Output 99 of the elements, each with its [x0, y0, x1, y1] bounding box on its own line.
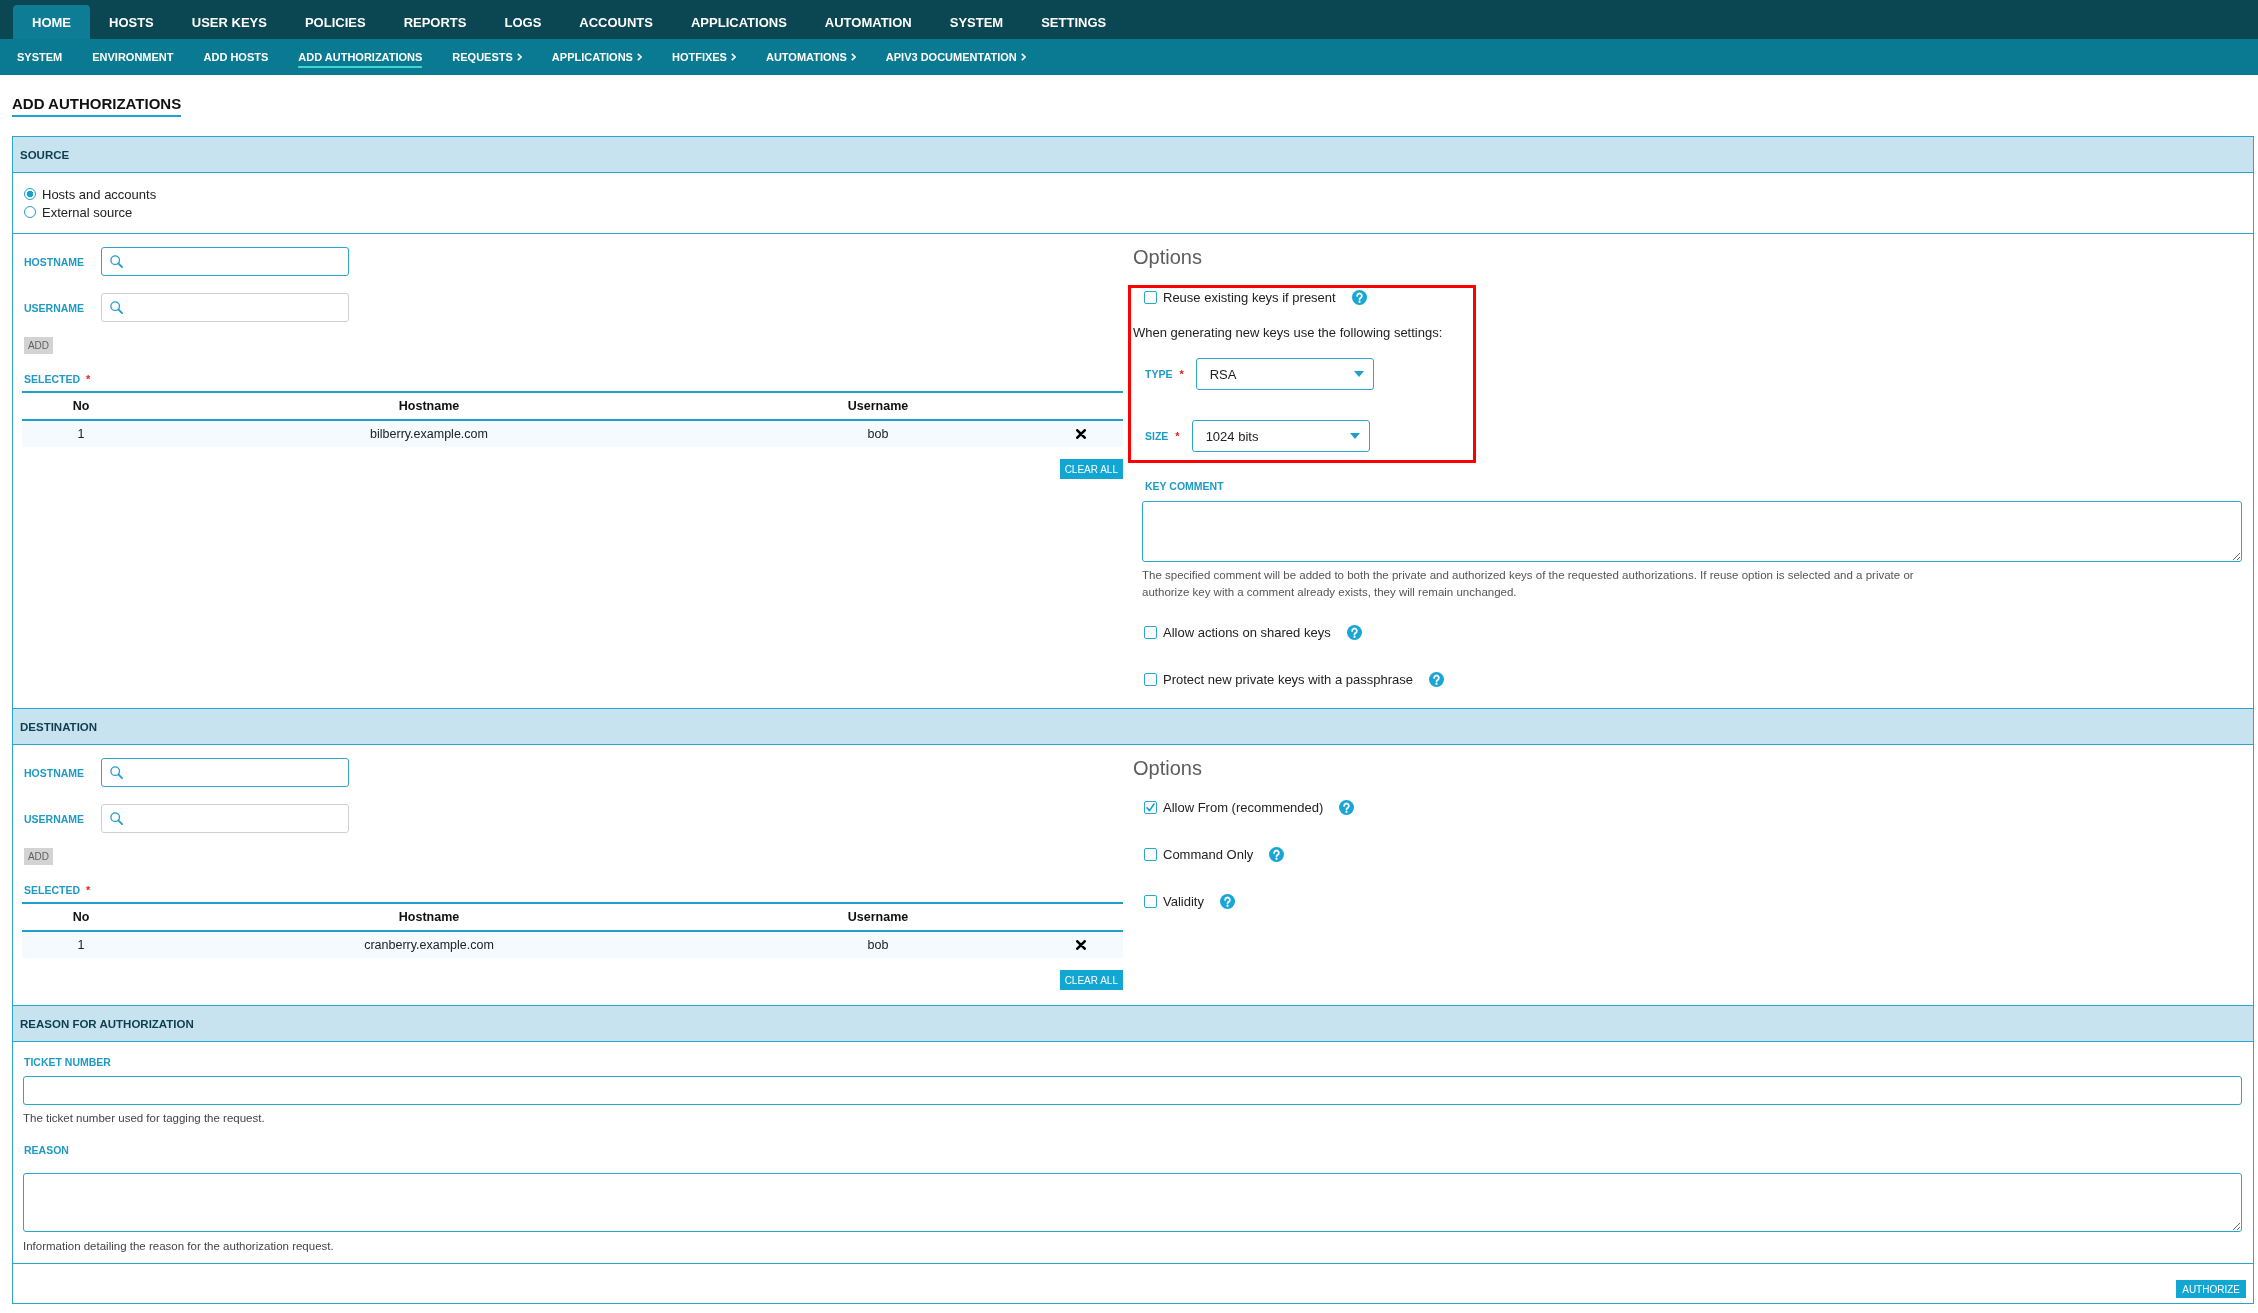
nav-tab[interactable]: APPLICATIONS — [672, 5, 806, 39]
sub-nav-link[interactable]: APPLICATIONS — [551, 46, 642, 68]
sub-nav-link[interactable]: HOTFIXES — [671, 46, 736, 68]
field-label: HOSTNAME — [24, 255, 86, 268]
section-title: SOURCE — [20, 148, 70, 161]
nav-tab[interactable]: ACCOUNTS — [560, 5, 672, 39]
field-label: HOSTNAME — [24, 766, 86, 779]
checkbox-label: Reuse existing keys if present — [1163, 289, 1336, 305]
sub-nav-link[interactable]: REQUESTS — [452, 46, 522, 68]
table-cell-text: bob — [866, 938, 890, 952]
close-icon[interactable] — [1075, 429, 1086, 439]
nav-tab[interactable]: REPORTS — [384, 5, 486, 39]
help-text: Information detailing the reason for the authorization request. — [23, 1239, 334, 1254]
help-icon[interactable] — [1346, 624, 1362, 640]
field-label: SELECTED — [24, 372, 80, 385]
checkbox-label: Allow From (recommended) — [1163, 799, 1324, 815]
checkbox[interactable] — [1144, 800, 1157, 814]
help-text: The specified comment will be added to both the private and authorized keys of the requested authorizations. If reuse option is selected and a private or authorize key with a comment already exists, they will remain unchanged. — [1142, 568, 1914, 600]
sub-nav-link[interactable]: ADD AUTHORIZATIONS — [298, 46, 423, 68]
nav-tab[interactable]: USER KEYS — [172, 5, 286, 39]
authorize-button[interactable]: AUTHORIZE — [2176, 1280, 2246, 1298]
search-icon — [110, 812, 123, 825]
checkbox-label: Validity — [1163, 893, 1204, 909]
search-field[interactable] — [101, 247, 349, 276]
table-cell-text: bob — [866, 427, 890, 441]
page-title: ADD AUTHORIZATIONS — [12, 95, 182, 117]
search-field[interactable] — [101, 758, 349, 787]
table-cell-text: cranberry.example.com — [363, 938, 495, 952]
sub-nav-link[interactable]: APIV3 DOCUMENTATION — [885, 46, 1026, 68]
table-cell-text: 1 — [76, 938, 86, 952]
caret-icon — [1353, 371, 1364, 377]
reason-field[interactable] — [23, 1173, 2242, 1232]
column-header: Hostname — [397, 910, 461, 924]
search-field[interactable] — [101, 804, 349, 833]
nav-tab[interactable]: SYSTEM — [930, 5, 1023, 39]
required-mark: * — [1179, 368, 1184, 380]
nav-tab[interactable]: HOME — [13, 5, 90, 39]
sub-nav-link[interactable]: SYSTEM — [17, 46, 63, 68]
search-icon — [110, 255, 123, 268]
checkbox-label: Protect new private keys with a passphrase — [1163, 671, 1413, 687]
sub-nav-link[interactable]: ENVIRONMENT — [92, 46, 174, 68]
help-icon[interactable] — [1429, 671, 1444, 687]
field-label: KEY COMMENT — [1145, 480, 1224, 492]
sub-nav-link[interactable]: AUTOMATIONS — [765, 46, 856, 68]
help-icon[interactable] — [1339, 799, 1355, 815]
help-icon[interactable] — [1351, 289, 1367, 305]
column-header: No — [71, 399, 91, 413]
column-header: No — [71, 910, 91, 924]
dropdown[interactable]: RSA — [1195, 358, 1374, 390]
nav-tab[interactable]: SETTINGS — [1022, 5, 1126, 39]
dropdown[interactable]: 1024 bits — [1191, 420, 1370, 452]
checkbox[interactable] — [1144, 625, 1157, 639]
table-cell-text: 1 — [76, 427, 86, 441]
checkbox[interactable] — [1144, 847, 1157, 861]
close-icon[interactable] — [1075, 940, 1086, 950]
nav-tab[interactable]: AUTOMATION — [805, 5, 931, 39]
help-icon[interactable] — [1219, 893, 1235, 909]
options-heading: Options — [1133, 245, 1202, 269]
checkbox[interactable] — [1144, 894, 1157, 908]
required-mark: * — [86, 883, 91, 896]
help-text: The ticket number used for tagging the request. — [23, 1111, 265, 1126]
checkbox-label: Command Only — [1163, 846, 1254, 862]
checkbox-label: Allow actions on shared keys — [1163, 624, 1331, 640]
field-label: USERNAME — [24, 301, 86, 314]
field-label: SELECTED — [24, 883, 80, 896]
checkbox[interactable] — [1144, 672, 1157, 686]
nav-tab[interactable]: LOGS — [485, 5, 561, 39]
section-title: DESTINATION — [20, 720, 98, 733]
field-label: REASON — [24, 1144, 69, 1157]
search-icon — [110, 301, 123, 314]
required-mark: * — [1175, 430, 1180, 442]
radio-label: External source — [42, 204, 133, 220]
field-label: USERNAME — [24, 812, 86, 825]
key-comment-field[interactable] — [1142, 501, 2242, 562]
field-label: TYPE — [1145, 368, 1173, 380]
field-label: SIZE — [1145, 430, 1169, 442]
radio-label: Hosts and accounts — [42, 186, 157, 202]
search-field[interactable] — [101, 293, 349, 322]
column-header: Hostname — [397, 399, 461, 413]
field-label: TICKET NUMBER — [24, 1056, 111, 1069]
clear-all-button[interactable]: CLEAR ALL — [1059, 970, 1123, 990]
radio-button[interactable] — [24, 188, 36, 200]
search-icon — [110, 766, 123, 779]
section-title: REASON FOR AUTHORIZATION — [20, 1017, 194, 1030]
caret-icon — [1349, 433, 1360, 439]
help-icon[interactable] — [1269, 846, 1285, 862]
settings-note: When generating new keys use the following settings: — [1133, 325, 1443, 341]
checkbox[interactable] — [1144, 290, 1157, 304]
table-cell-text: bilberry.example.com — [369, 427, 489, 441]
radio-button[interactable] — [24, 206, 36, 218]
nav-tab[interactable]: HOSTS — [90, 5, 173, 39]
clear-all-button[interactable]: CLEAR ALL — [1059, 459, 1123, 479]
options-heading: Options — [1133, 756, 1202, 780]
sub-nav-link[interactable]: ADD HOSTS — [203, 46, 269, 68]
ticket-number-field[interactable] — [23, 1076, 2242, 1105]
required-mark: * — [86, 372, 91, 385]
column-header: Username — [846, 910, 910, 924]
column-header: Username — [846, 399, 910, 413]
nav-tab[interactable]: POLICIES — [285, 5, 385, 39]
